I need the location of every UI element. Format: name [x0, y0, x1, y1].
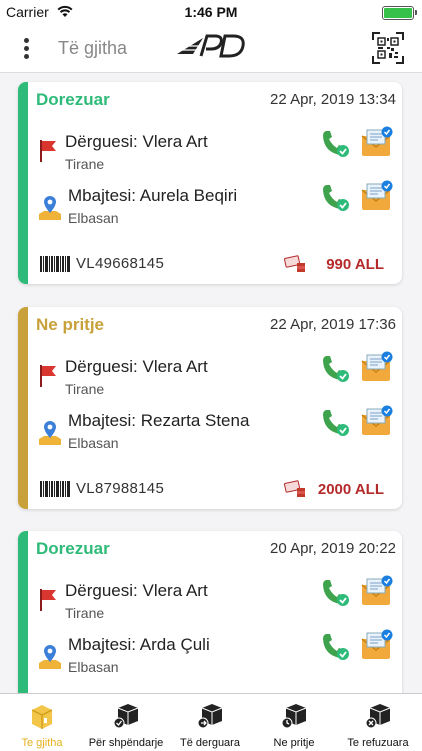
receiver-location-icon — [38, 419, 62, 452]
receiver-city: Elbasan — [68, 659, 119, 675]
tab-all[interactable]: Te gjitha — [0, 694, 84, 751]
message-receiver-icon[interactable] — [360, 629, 394, 666]
receiver-name: Mbajtesi: Arda Çuli — [68, 635, 210, 654]
nav-bar: Të gjitha — [0, 24, 422, 73]
tracking-code: VL49668145 — [76, 255, 165, 272]
sender-city: Tirane — [65, 605, 105, 621]
tab-label: Të derguara — [180, 737, 240, 749]
filter-title: Të gjitha — [58, 38, 128, 58]
call-receiver-icon[interactable] — [320, 631, 350, 666]
barcode-icon — [40, 256, 70, 277]
pending-box-icon — [281, 702, 307, 735]
status-bar: Carrier 1:46 PM — [0, 0, 422, 24]
sender-city: Tirane — [65, 156, 105, 172]
cash-icon — [284, 253, 306, 278]
sender-city: Tirane — [65, 381, 105, 397]
receiver-name: Mbajtesi: Aurela Beqiri — [68, 186, 238, 205]
tab-bar: Te gjitha Për shpëndarje Të derguara Ne … — [0, 693, 422, 751]
shipment-card[interactable]: Dorezuar 20 Apr, 2019 20:22 Dërguesi: Vl… — [18, 531, 402, 693]
receiver-name: Mbajtesi: Rezarta Stena — [68, 411, 250, 430]
shipment-status: Dorezuar — [36, 539, 110, 558]
delivery-box-icon — [113, 702, 139, 735]
refused-box-icon — [365, 702, 391, 735]
tab-for-delivery[interactable]: Për shpëndarje — [84, 694, 168, 751]
tab-label: Ne pritje — [273, 737, 315, 749]
tab-label: Te refuzuara — [347, 737, 409, 749]
sender-flag-icon — [38, 138, 58, 167]
tab-pending[interactable]: Ne pritje — [252, 694, 336, 751]
cod-amount: 2000 ALL — [317, 481, 384, 498]
receiver-location-icon — [38, 194, 62, 227]
receiver-city: Elbasan — [68, 210, 119, 226]
sender-name: Dërguesi: Vlera Art — [65, 132, 208, 151]
more-menu-icon[interactable] — [16, 36, 36, 60]
sender-name: Dërguesi: Vlera Art — [65, 581, 208, 600]
shipment-card[interactable]: Dorezuar 22 Apr, 2019 13:34 Dërguesi: Vl… — [18, 82, 402, 284]
status-accent-bar — [18, 531, 28, 693]
call-sender-icon[interactable] — [320, 577, 350, 612]
call-sender-icon[interactable] — [320, 353, 350, 388]
tab-label: Te gjitha — [21, 737, 63, 749]
tab-sent[interactable]: Të derguara — [168, 694, 252, 751]
apd-logo — [175, 32, 247, 67]
battery-icon — [382, 6, 417, 20]
barcode-icon — [40, 481, 70, 502]
tab-refused[interactable]: Te refuzuara — [336, 694, 420, 751]
status-accent-bar — [18, 307, 28, 509]
cod-amount: 990 ALL — [326, 256, 384, 273]
status-accent-bar — [18, 82, 28, 284]
box-icon — [29, 702, 55, 735]
receiver-city: Elbasan — [68, 435, 119, 451]
shipment-datetime: 20 Apr, 2019 20:22 — [270, 540, 396, 557]
shipment-datetime: 22 Apr, 2019 17:36 — [270, 316, 396, 333]
shipment-status: Dorezuar — [36, 90, 110, 109]
message-sender-icon[interactable] — [360, 126, 394, 163]
tracking-code: VL87988145 — [76, 480, 165, 497]
shipment-datetime: 22 Apr, 2019 13:34 — [270, 91, 396, 108]
delivered-box-icon — [197, 702, 223, 735]
receiver-location-icon — [38, 643, 62, 676]
message-sender-icon[interactable] — [360, 351, 394, 388]
tab-label: Për shpëndarje — [88, 737, 164, 749]
message-receiver-icon[interactable] — [360, 405, 394, 442]
sender-name: Dërguesi: Vlera Art — [65, 357, 208, 376]
clock: 1:46 PM — [184, 4, 238, 20]
call-sender-icon[interactable] — [320, 128, 350, 163]
call-receiver-icon[interactable] — [320, 407, 350, 442]
message-receiver-icon[interactable] — [360, 180, 394, 217]
sender-flag-icon — [38, 363, 58, 392]
message-sender-icon[interactable] — [360, 575, 394, 612]
call-receiver-icon[interactable] — [320, 182, 350, 217]
qr-scan-icon[interactable] — [372, 32, 404, 69]
cash-icon — [284, 478, 306, 503]
sender-flag-icon — [38, 587, 58, 616]
shipment-card[interactable]: Ne pritje 22 Apr, 2019 17:36 Dërguesi: V… — [18, 307, 402, 509]
shipment-list[interactable]: Dorezuar 22 Apr, 2019 13:34 Dërguesi: Vl… — [0, 73, 422, 693]
shipment-status: Ne pritje — [36, 315, 105, 334]
